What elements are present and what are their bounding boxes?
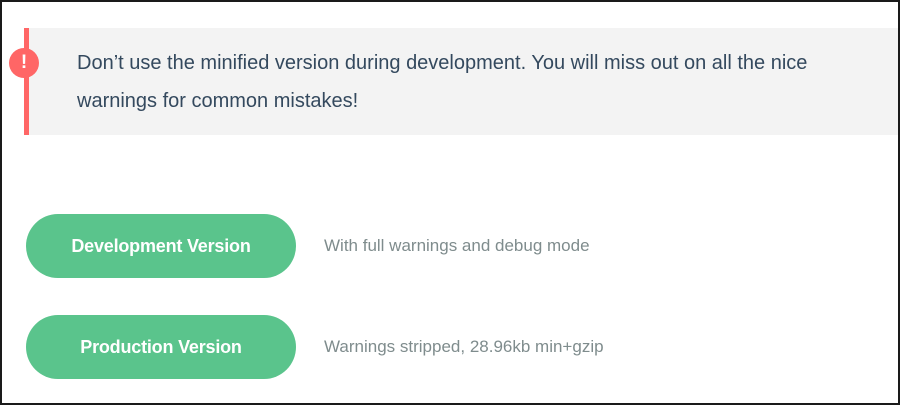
exclamation-icon: !: [9, 48, 39, 78]
warning-callout: ! Don’t use the minified version during …: [9, 28, 898, 135]
production-version-button[interactable]: Production Version: [26, 315, 296, 379]
download-row-production: Production Version Warnings stripped, 28…: [26, 315, 604, 379]
development-version-button[interactable]: Development Version: [26, 214, 296, 278]
production-version-description: Warnings stripped, 28.96kb min+gzip: [324, 337, 604, 356]
page-frame: ! Don’t use the minified version during …: [0, 0, 900, 405]
download-row-development: Development Version With full warnings a…: [26, 214, 590, 278]
warning-message: Don’t use the minified version during de…: [77, 52, 808, 112]
development-version-description: With full warnings and debug mode: [324, 236, 590, 255]
